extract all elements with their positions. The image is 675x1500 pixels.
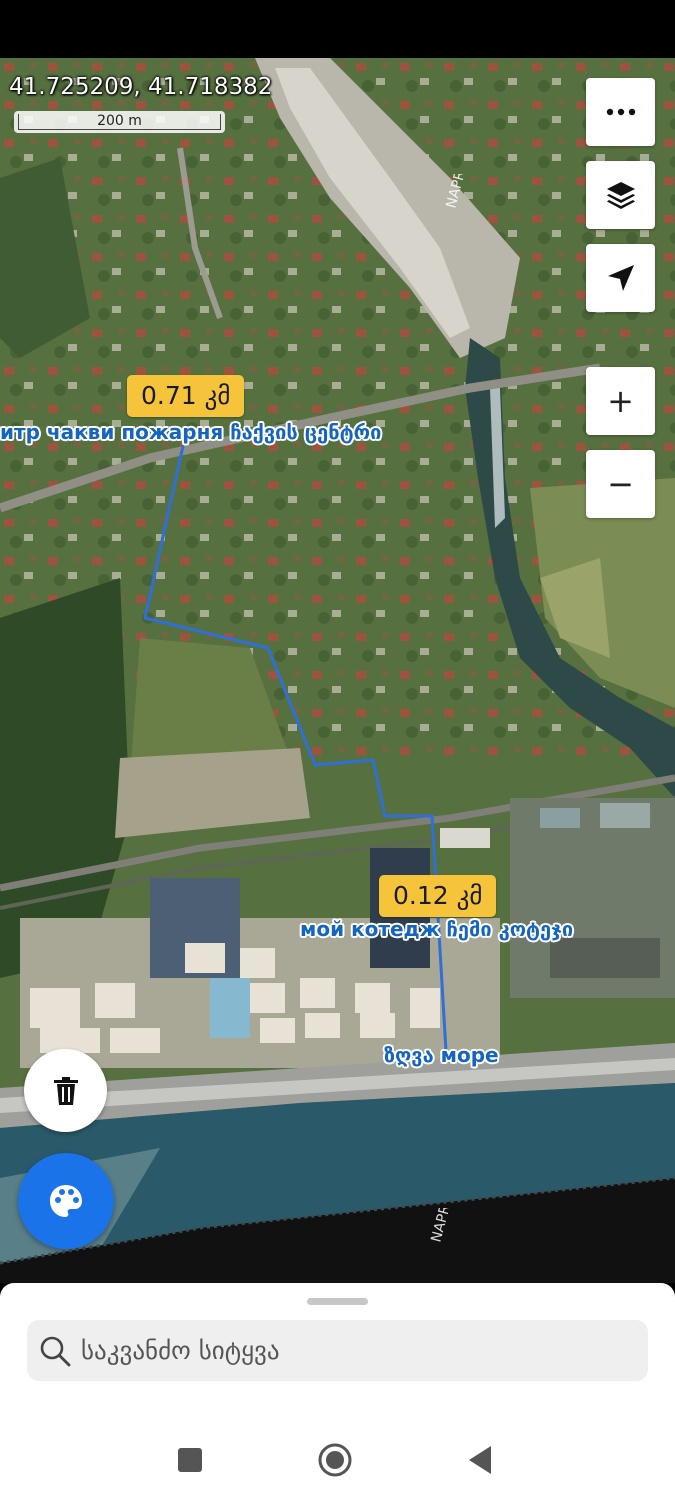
svg-text:NAPR: NAPR: [443, 174, 468, 210]
layers-button[interactable]: [586, 161, 655, 229]
palette-icon: [50, 1185, 82, 1217]
napr-watermark-bottom: NAPR: [428, 1208, 453, 1244]
search-bar[interactable]: [27, 1320, 648, 1381]
square-icon: [178, 1448, 202, 1472]
napr-watermark-top: NAPR: [443, 174, 468, 210]
search-input[interactable]: [79, 1335, 643, 1366]
my-location-button[interactable]: [586, 244, 655, 312]
zoom-out-button[interactable]: −: [586, 450, 655, 518]
more-horizontal-icon: [606, 108, 635, 116]
back-button[interactable]: [460, 1440, 500, 1480]
status-bar: [0, 0, 675, 58]
triangle-back-icon: [469, 1446, 491, 1474]
route-distance-badge[interactable]: 0.12 კმ: [379, 875, 497, 917]
scale-label: 200 m: [18, 114, 221, 130]
home-button[interactable]: [315, 1440, 355, 1480]
search-icon: [40, 1336, 71, 1366]
style-palette-button[interactable]: [18, 1153, 114, 1249]
navigation-arrow-icon: [607, 265, 634, 291]
trash-icon: [53, 1076, 78, 1105]
recents-button[interactable]: [170, 1440, 210, 1480]
route-distance-badge[interactable]: 0.71 კმ: [127, 375, 245, 417]
more-options-button[interactable]: [586, 78, 655, 146]
coordinates-readout: 41.725209, 41.718382: [9, 74, 273, 100]
delete-route-button[interactable]: [24, 1049, 107, 1132]
circle-icon: [318, 1443, 352, 1477]
waypoint-label[interactable]: итр чакви пожарня ჩაქვის ცენტრი: [0, 420, 381, 444]
sheet-drag-handle[interactable]: [307, 1298, 368, 1305]
svg-text:NAPR: NAPR: [428, 1208, 453, 1244]
system-nav-bar: [0, 1440, 675, 1480]
destination-label[interactable]: ზღვა море: [384, 1043, 499, 1067]
scale-bar: 200 m: [14, 111, 225, 133]
waypoint-label[interactable]: мой котедж ჩემი კოტეჯი: [300, 917, 573, 941]
zoom-in-button[interactable]: +: [586, 367, 655, 435]
layers-icon: [606, 182, 635, 209]
